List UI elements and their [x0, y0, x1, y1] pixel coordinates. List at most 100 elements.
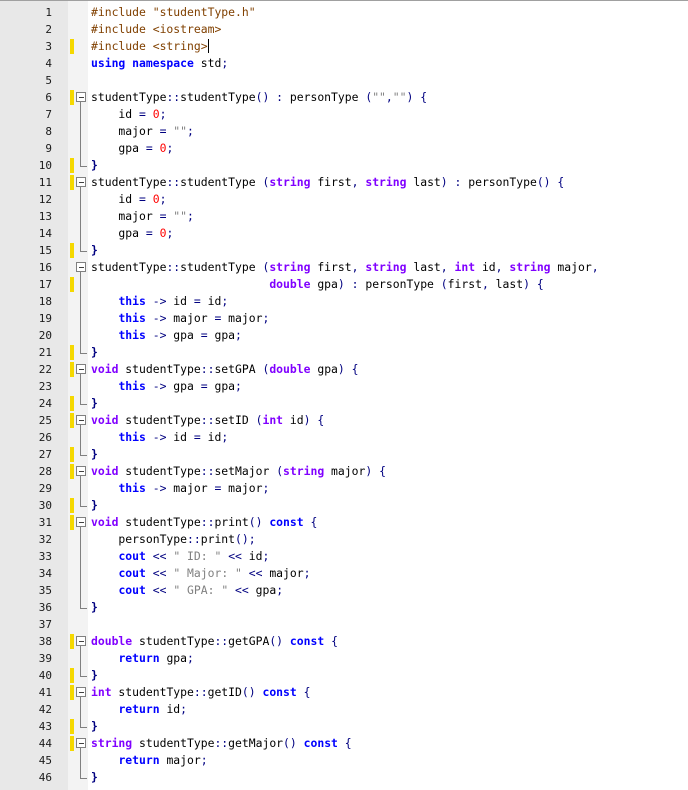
code-text[interactable]: }: [91, 242, 98, 259]
code-line[interactable]: 8 major = "";: [0, 123, 688, 140]
code-text[interactable]: using namespace std;: [91, 55, 228, 72]
code-line[interactable]: 35 cout << " GPA: " << gpa;: [0, 582, 688, 599]
code-line[interactable]: 29 this -> major = major;: [0, 480, 688, 497]
code-text[interactable]: void studentType::setMajor (string major…: [91, 463, 386, 480]
code-text[interactable]: #include <string>: [91, 38, 209, 55]
code-text[interactable]: personType::print();: [91, 531, 255, 548]
code-line[interactable]: 4 using namespace std;: [0, 55, 688, 72]
code-text[interactable]: }: [91, 446, 98, 463]
fold-toggle-icon[interactable]: [76, 633, 88, 650]
code-line[interactable]: 23 this -> gpa = gpa;: [0, 378, 688, 395]
code-text[interactable]: id = 0;: [91, 106, 166, 123]
code-text[interactable]: double studentType::getGPA() const {: [91, 633, 338, 650]
code-text[interactable]: major = "";: [91, 208, 193, 225]
code-line[interactable]: 1 #include "studentType.h": [0, 4, 688, 21]
code-line[interactable]: 37: [0, 616, 688, 633]
code-line[interactable]: 30}: [0, 497, 688, 514]
code-text[interactable]: }: [91, 395, 98, 412]
code-line[interactable]: 27}: [0, 446, 688, 463]
code-text[interactable]: studentType::studentType (string first, …: [91, 174, 564, 191]
code-line[interactable]: 13 major = "";: [0, 208, 688, 225]
code-line[interactable]: 38 double studentType::getGPA() const {: [0, 633, 688, 650]
fold-toggle-icon[interactable]: [76, 174, 88, 191]
code-line[interactable]: 36}: [0, 599, 688, 616]
code-line[interactable]: 15}: [0, 242, 688, 259]
code-line[interactable]: 28 void studentType::setMajor (string maj…: [0, 463, 688, 480]
code-line[interactable]: 32 personType::print();: [0, 531, 688, 548]
code-text[interactable]: return id;: [91, 701, 187, 718]
code-text[interactable]: gpa = 0;: [91, 140, 173, 157]
code-line[interactable]: 25 void studentType::setID (int id) {: [0, 412, 688, 429]
code-text[interactable]: string studentType::getMajor() const {: [91, 735, 352, 752]
code-text[interactable]: #include "studentType.h": [91, 4, 256, 21]
code-line[interactable]: 34 cout << " Major: " << major;: [0, 565, 688, 582]
code-line[interactable]: 10}: [0, 157, 688, 174]
code-line[interactable]: 6 studentType::studentType() : personType…: [0, 89, 688, 106]
code-line[interactable]: 39 return gpa;: [0, 650, 688, 667]
fold-toggle-icon[interactable]: [76, 412, 88, 429]
code-line[interactable]: 11 studentType::studentType (string first…: [0, 174, 688, 191]
code-text[interactable]: void studentType::setID (int id) {: [91, 412, 324, 429]
code-line[interactable]: 2 #include <iostream>: [0, 21, 688, 38]
code-line[interactable]: 41 int studentType::getID() const {: [0, 684, 688, 701]
code-text[interactable]: }: [91, 718, 98, 735]
code-text[interactable]: #include <iostream>: [91, 21, 221, 38]
code-text[interactable]: cout << " Major: " << major;: [91, 565, 310, 582]
code-line[interactable]: 40}: [0, 667, 688, 684]
code-line[interactable]: 33 cout << " ID: " << id;: [0, 548, 688, 565]
code-text[interactable]: gpa = 0;: [91, 225, 173, 242]
code-text[interactable]: this -> major = major;: [91, 480, 269, 497]
code-text[interactable]: studentType::studentType() : personType …: [91, 89, 427, 106]
code-line[interactable]: 21}: [0, 344, 688, 361]
code-line[interactable]: 26 this -> id = id;: [0, 429, 688, 446]
fold-toggle-icon[interactable]: [76, 684, 88, 701]
fold-toggle-icon[interactable]: [76, 89, 88, 106]
code-line[interactable]: 14 gpa = 0;: [0, 225, 688, 242]
code-text[interactable]: double gpa) : personType (first, last) {: [91, 276, 543, 293]
code-line[interactable]: 20 this -> gpa = gpa;: [0, 327, 688, 344]
code-text[interactable]: cout << " ID: " << id;: [91, 548, 269, 565]
code-line[interactable]: 43}: [0, 718, 688, 735]
code-text[interactable]: this -> id = id;: [91, 293, 228, 310]
code-line[interactable]: 3 #include <string>: [0, 38, 688, 55]
code-lines[interactable]: 1 #include "studentType.h" 2 #include <iost…: [0, 4, 688, 786]
code-line[interactable]: 44 string studentType::getMajor() const {: [0, 735, 688, 752]
code-text[interactable]: cout << " GPA: " << gpa;: [91, 582, 283, 599]
code-text[interactable]: }: [91, 599, 98, 616]
code-line[interactable]: 17 double gpa) : personType (first, last…: [0, 276, 688, 293]
code-line[interactable]: 5: [0, 72, 688, 89]
code-text[interactable]: this -> id = id;: [91, 429, 228, 446]
code-line[interactable]: 19 this -> major = major;: [0, 310, 688, 327]
code-line[interactable]: 42 return id;: [0, 701, 688, 718]
fold-toggle-icon[interactable]: [76, 514, 88, 531]
code-line[interactable]: 46}: [0, 769, 688, 786]
code-text[interactable]: }: [91, 667, 98, 684]
code-text[interactable]: this -> gpa = gpa;: [91, 327, 241, 344]
code-text[interactable]: major = "";: [91, 123, 193, 140]
code-text[interactable]: return gpa;: [91, 650, 193, 667]
code-text[interactable]: this -> major = major;: [91, 310, 269, 327]
code-editor[interactable]: 1 #include "studentType.h" 2 #include <iost…: [0, 0, 688, 790]
code-text[interactable]: this -> gpa = gpa;: [91, 378, 241, 395]
fold-toggle-icon[interactable]: [76, 735, 88, 752]
code-text[interactable]: }: [91, 157, 98, 174]
code-line[interactable]: 24}: [0, 395, 688, 412]
code-text[interactable]: }: [91, 497, 98, 514]
code-line[interactable]: 18 this -> id = id;: [0, 293, 688, 310]
code-line[interactable]: 45 return major;: [0, 752, 688, 769]
code-text[interactable]: studentType::studentType (string first, …: [91, 259, 599, 276]
code-line[interactable]: 12 id = 0;: [0, 191, 688, 208]
fold-toggle-icon[interactable]: [76, 463, 88, 480]
code-text[interactable]: void studentType::print() const {: [91, 514, 317, 531]
fold-toggle-icon[interactable]: [76, 361, 88, 378]
code-text[interactable]: id = 0;: [91, 191, 166, 208]
code-line[interactable]: 22 void studentType::setGPA (double gpa) …: [0, 361, 688, 378]
code-text[interactable]: }: [91, 769, 98, 786]
code-line[interactable]: 9 gpa = 0;: [0, 140, 688, 157]
fold-toggle-icon[interactable]: [76, 259, 88, 276]
code-text[interactable]: }: [91, 344, 98, 361]
code-line[interactable]: 7 id = 0;: [0, 106, 688, 123]
code-text[interactable]: void studentType::setGPA (double gpa) {: [91, 361, 359, 378]
code-text[interactable]: return major;: [91, 752, 207, 769]
code-line[interactable]: 31 void studentType::print() const {: [0, 514, 688, 531]
